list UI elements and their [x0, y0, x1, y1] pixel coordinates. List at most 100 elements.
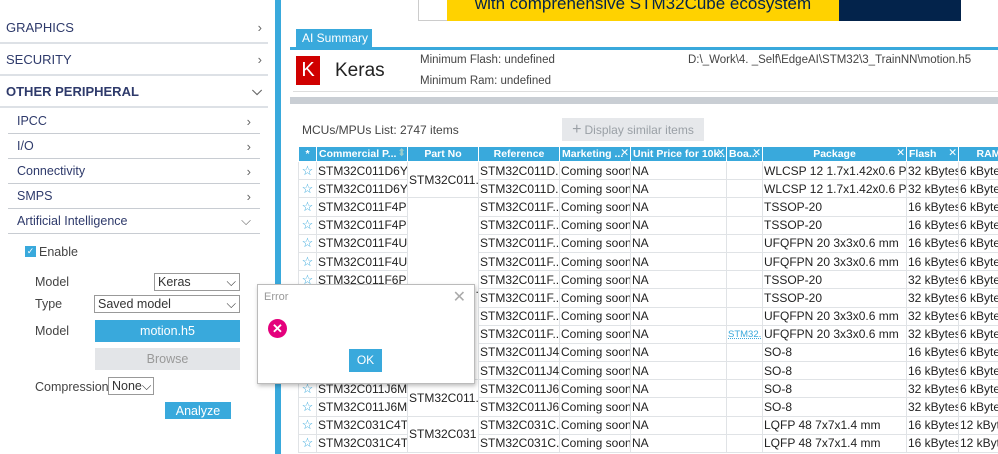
- package-cell: SO-8: [762, 379, 907, 399]
- flash-cell: 16 kBytes: [906, 233, 959, 253]
- banner-text: with comprehensive STM32Cube ecosystem: [447, 0, 839, 21]
- favorite-star-icon[interactable]: ☆: [298, 415, 317, 435]
- board-cell[interactable]: [726, 288, 763, 308]
- unit-price-cell: NA: [630, 306, 727, 326]
- board-cell[interactable]: [726, 415, 763, 435]
- reference-cell: STM32C011F...: [478, 215, 560, 235]
- table-row[interactable]: ☆ STM32C031C4T6 STM32C031C... Coming soon NA…: [298, 433, 998, 454]
- remove-column-icon[interactable]: ✕: [620, 148, 629, 160]
- board-cell[interactable]: [726, 342, 763, 363]
- board-cell[interactable]: [726, 179, 763, 199]
- ram-cell: 12 kBytes: [958, 415, 998, 435]
- type-label: Type: [35, 297, 63, 311]
- board-cell[interactable]: [726, 397, 763, 417]
- sidebar-item-io[interactable]: I/O ›: [8, 134, 260, 159]
- column-header[interactable]: Reference: [478, 146, 560, 162]
- unit-price-cell: NA: [630, 324, 727, 344]
- column-header[interactable]: Part No: [407, 146, 479, 162]
- item-label: Connectivity: [17, 164, 86, 178]
- remove-column-icon[interactable]: ✕: [716, 148, 725, 160]
- section-divider[interactable]: [290, 97, 998, 104]
- model-file-button[interactable]: motion.h5: [95, 320, 240, 342]
- remove-column-icon[interactable]: ✕: [896, 148, 905, 160]
- favorite-star-icon[interactable]: ☆: [298, 160, 317, 181]
- favorite-star-icon[interactable]: ☆: [298, 233, 317, 253]
- board-cell[interactable]: [726, 361, 763, 381]
- board-cell[interactable]: [726, 270, 763, 290]
- reference-cell: STM32C011D...: [478, 160, 560, 181]
- table-row[interactable]: ☆STM32C011F4P3STM32C011...STM32C011F...C…: [298, 197, 998, 381]
- package-cell: UFQFPN 20 3x3x0.6 mm: [762, 251, 907, 272]
- display-similar-button[interactable]: + Display similar items: [562, 118, 704, 141]
- table-row[interactable]: ☆STM32C011J6M6 STM32C011J6...Coming soonN…: [298, 397, 998, 417]
- board-cell[interactable]: [726, 233, 763, 253]
- column-header[interactable]: Flash ✕: [906, 146, 959, 162]
- browse-button[interactable]: Browse: [95, 348, 240, 370]
- sidebar-item-artificial-intelligence[interactable]: Artificial Intelligence ⌵: [8, 209, 260, 234]
- type-select[interactable]: Saved model ⌵: [94, 295, 240, 313]
- remove-column-icon[interactable]: ✕: [752, 148, 761, 160]
- item-label: SMPS: [17, 189, 53, 203]
- category-graphics[interactable]: GRAPHICS ›: [0, 12, 268, 44]
- enable-checkbox[interactable]: ✓: [25, 246, 36, 257]
- category-other-peripheral[interactable]: OTHER PERIPHERAL ⌵: [0, 76, 268, 108]
- column-header[interactable]: *: [298, 146, 317, 162]
- commercial-part-cell: STM32C011D6Y...: [316, 160, 408, 181]
- board-cell[interactable]: STM32...: [726, 324, 763, 344]
- ok-button[interactable]: OK: [349, 349, 382, 372]
- marketing-status-cell: Coming soon: [559, 397, 631, 417]
- column-header[interactable]: Package ✕: [762, 146, 907, 162]
- package-cell: TSSOP-20: [762, 288, 907, 308]
- category-security[interactable]: SECURITY ›: [0, 44, 268, 76]
- flash-cell: 32 kBytes: [906, 270, 959, 290]
- board-cell[interactable]: [726, 251, 763, 272]
- promo-banner[interactable]: with comprehensive STM32Cube ecosystem: [418, 0, 961, 21]
- column-label: Reference: [493, 148, 545, 160]
- reference-cell: STM32C011F...: [478, 306, 560, 326]
- column-header[interactable]: Marketing ... ✕: [559, 146, 631, 162]
- board-cell[interactable]: [726, 197, 763, 217]
- table-row[interactable]: ☆ STM32C031C4T3 STM32C031 STM32C031C... Comi…: [298, 415, 998, 454]
- panel-splitter[interactable]: [275, 0, 281, 454]
- sidebar-item-ipcc[interactable]: IPCC ›: [8, 109, 260, 134]
- table-row[interactable]: ☆ STM32C011F4P6 STM32C011F... Coming soon NA…: [298, 215, 998, 235]
- favorite-star-icon[interactable]: ☆: [298, 197, 317, 217]
- ram-cell: 6 kBytes: [958, 251, 998, 272]
- ram-cell: 6 kBytes: [958, 179, 998, 199]
- column-header[interactable]: RAM: [958, 146, 998, 162]
- chevron-right-icon: ›: [257, 51, 262, 67]
- remove-column-icon[interactable]: ✕: [948, 148, 957, 160]
- column-label: Marketing ...: [562, 148, 624, 160]
- favorite-star-icon[interactable]: ☆: [298, 215, 317, 235]
- board-cell[interactable]: [726, 215, 763, 235]
- table-row[interactable]: ☆ STM32C011D6Y... STM32C011... STM32C011D..…: [298, 160, 998, 199]
- analyze-button[interactable]: Analyze: [165, 402, 231, 419]
- marketing-status-cell: Coming soon: [559, 270, 631, 290]
- tab-ai-summary[interactable]: AI Summary: [296, 29, 372, 47]
- table-row[interactable]: ☆ STM32C011F4U3 STM32C011F... Coming soon NA…: [298, 233, 998, 253]
- sidebar-item-smps[interactable]: SMPS ›: [8, 184, 260, 209]
- model-select[interactable]: Keras ⌵: [154, 273, 240, 291]
- board-cell[interactable]: [726, 306, 763, 326]
- marketing-status-cell: Coming soon: [559, 361, 631, 381]
- column-header[interactable]: Commercial P... ⬍: [316, 146, 408, 162]
- close-icon[interactable]: ✕: [453, 287, 466, 307]
- item-label: I/O: [17, 139, 34, 153]
- favorite-star-icon[interactable]: ☆: [298, 251, 317, 272]
- package-cell: LQFP 48 7x7x1.4 mm: [762, 415, 907, 435]
- table-row[interactable]: ☆ STM32C011D6Y... STM32C011D... Coming soon…: [298, 179, 998, 199]
- ram-cell: 6 kBytes: [958, 342, 998, 363]
- board-cell[interactable]: [726, 433, 763, 454]
- table-row[interactable]: ☆ STM32C011F4U... STM32C011F... Coming soon…: [298, 251, 998, 272]
- sidebar-item-connectivity[interactable]: Connectivity ›: [8, 159, 260, 184]
- column-header[interactable]: Unit Price for 10k... ✕: [630, 146, 727, 162]
- sort-icon[interactable]: ⬍: [397, 148, 406, 160]
- column-header[interactable]: Boa... ✕: [726, 146, 763, 162]
- favorite-star-icon[interactable]: ☆: [298, 433, 317, 454]
- compression-select[interactable]: None ⌵: [108, 377, 154, 395]
- board-cell[interactable]: [726, 379, 763, 399]
- error-dialog: Error ✕ ✕ OK: [257, 284, 475, 384]
- favorite-star-icon[interactable]: ☆: [298, 179, 317, 199]
- board-cell[interactable]: [726, 160, 763, 181]
- favorite-star-icon[interactable]: ☆: [298, 397, 317, 417]
